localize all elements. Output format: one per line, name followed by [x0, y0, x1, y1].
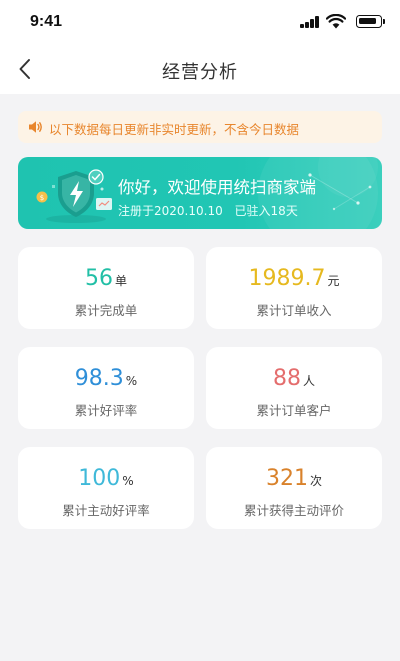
stat-label: 累计订单客户 [256, 403, 332, 418]
stat-value: 98.3% [18, 366, 194, 391]
notice-text: 以下数据每日更新非实时更新，不含今日数据 [49, 122, 300, 137]
stat-label: 累计获得主动评价 [243, 503, 344, 518]
stat-unit: 元 [327, 274, 340, 288]
stat-label: 累计好评率 [74, 403, 138, 418]
wifi-icon [326, 14, 346, 29]
registration-date: 注册于2020.10.10 [118, 204, 223, 218]
cellular-signal-icon [300, 15, 320, 28]
status-bar: 9:41 [0, 0, 400, 44]
stat-number: 56 [84, 266, 113, 291]
stat-label: 累计完成单 [74, 303, 138, 318]
days-joined: 已驻入18天 [234, 204, 298, 218]
stat-value: 321 次 [206, 466, 382, 491]
security-shield-illustration: $ [36, 169, 112, 223]
stat-card-order-customers[interactable]: 88 人 累计订单客户 [206, 347, 382, 429]
notice-bar: 以下数据每日更新非实时更新，不含今日数据 [18, 111, 382, 143]
stat-number: 88 [272, 366, 301, 391]
stat-unit: % [125, 374, 138, 388]
stat-label: 累计主动好评率 [62, 503, 150, 518]
status-time: 9:41 [30, 13, 63, 30]
stat-unit: % [122, 474, 134, 488]
welcome-banner: $ 你好，欢迎使用统扫商家端 注册于2020.10.10 已驻入18天 [18, 157, 382, 229]
stat-number: 100 [78, 466, 121, 491]
stat-unit: 人 [302, 374, 315, 388]
stat-value: 1989.7 元 [206, 266, 382, 291]
stat-value: 56 单 [18, 266, 194, 291]
banner-subtitle: 注册于2020.10.10 已驻入18天 [118, 202, 298, 219]
stat-card-active-reviews[interactable]: 321 次 累计获得主动评价 [206, 447, 382, 529]
stat-value: 88 人 [206, 366, 382, 391]
stat-label: 累计订单收入 [256, 303, 332, 318]
navigation-bar: 经营分析 [0, 44, 400, 94]
stat-number: 98.3 [74, 366, 124, 391]
stat-number: 1989.7 [248, 266, 326, 291]
svg-text:$: $ [40, 194, 44, 202]
stat-card-order-revenue[interactable]: 1989.7 元 累计订单收入 [206, 247, 382, 329]
stat-unit: 单 [114, 274, 127, 288]
speaker-icon [29, 121, 42, 133]
banner-title: 你好，欢迎使用统扫商家端 [118, 178, 316, 197]
page-title: 经营分析 [162, 62, 238, 83]
stat-unit: 次 [309, 474, 322, 488]
stat-value: 100% [18, 466, 194, 491]
stat-card-positive-rate[interactable]: 98.3% 累计好评率 [18, 347, 194, 429]
battery-icon [356, 15, 385, 28]
stat-card-completed-orders[interactable]: 56 单 累计完成单 [18, 247, 194, 329]
stat-card-active-positive-rate[interactable]: 100% 累计主动好评率 [18, 447, 194, 529]
stat-number: 321 [265, 466, 308, 491]
